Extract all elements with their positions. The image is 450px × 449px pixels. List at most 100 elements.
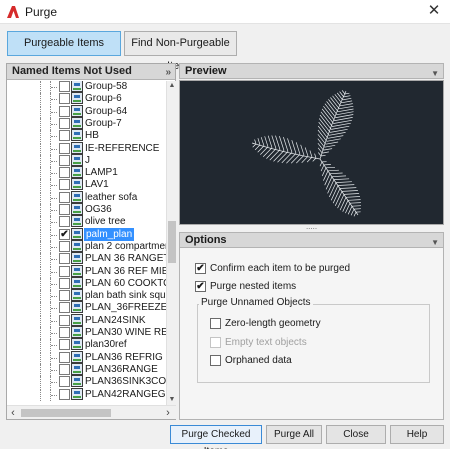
tree-item-checkbox[interactable] [59, 204, 70, 215]
named-items-tree[interactable]: Group-58 Group-6 Group-64 Group-7 HB IE-REFER… [7, 81, 166, 405]
tree-item-checkbox[interactable] [59, 388, 70, 400]
tree-item[interactable]: Group-6 [7, 92, 166, 106]
tree-item[interactable]: Group-58 [7, 81, 166, 93]
tree-item-checkbox[interactable] [59, 105, 70, 117]
tree-item-checkbox[interactable] [59, 191, 70, 203]
vertical-scroll-thumb[interactable] [168, 221, 176, 263]
tree-item-checkbox[interactable] [59, 240, 70, 252]
orphaned-data-label: Orphaned data [225, 355, 292, 366]
tree-guide-line [40, 240, 41, 253]
tree-item[interactable]: PLAN36RANGE [7, 362, 166, 376]
tree-item-checkbox[interactable] [59, 327, 70, 338]
tree-item-checkbox[interactable] [59, 93, 70, 105]
purge-checked-items-button[interactable]: Purge Checked Items [170, 425, 262, 449]
block-icon [71, 239, 83, 252]
tree-item[interactable]: PLAN24SINK [7, 313, 166, 327]
tree-item-checkbox[interactable] [59, 216, 70, 228]
block-icon [71, 81, 83, 92]
purge-nested-box[interactable]: ✔ [195, 281, 206, 292]
tree-item-checkbox[interactable] [59, 130, 70, 142]
tree-item-checkbox[interactable] [59, 351, 70, 363]
horizontal-scroll-thumb[interactable] [21, 409, 111, 417]
scroll-down-arrow-icon[interactable]: ▼ [167, 395, 177, 405]
tree-item-checkbox[interactable] [59, 117, 70, 129]
close-button[interactable]: Close [326, 425, 386, 444]
tree-item[interactable]: olive tree [7, 215, 166, 229]
tree-item[interactable]: PLAN 36 RANGETOP [7, 252, 166, 266]
tree-item[interactable]: Group-64 [7, 104, 166, 118]
tree-item-checkbox[interactable] [59, 339, 70, 351]
tab-find-non-purgeable-items[interactable]: Find Non-Purgeable Items [124, 31, 237, 72]
tree-item[interactable]: J [7, 153, 166, 167]
tree-item[interactable]: OG36 [7, 203, 166, 216]
close-window-icon[interactable]: ✕ [426, 3, 442, 19]
tree-guide-line [40, 216, 41, 229]
tree-item-checkbox[interactable] [59, 167, 70, 179]
tree-horizontal-scrollbar[interactable]: ‹ › [7, 405, 176, 419]
tree-guide-line [40, 130, 41, 143]
preview-menu-icon[interactable]: ▼ [431, 67, 439, 81]
help-button[interactable]: Help [390, 425, 444, 444]
block-icon [71, 350, 83, 363]
tree-item[interactable]: HB [7, 129, 166, 143]
tree-item-label: plan30ref [85, 339, 127, 351]
orphaned-data-box[interactable] [210, 355, 221, 366]
tree-item[interactable]: Group-7 [7, 116, 166, 130]
tree-item[interactable]: plan 2 compartment fra [7, 239, 166, 253]
panel-splitter-grip[interactable]: ..... [179, 223, 444, 231]
tree-item-checkbox[interactable] [59, 81, 70, 92]
zero-length-box[interactable] [210, 318, 221, 329]
tree-item[interactable]: plan bath sink square [7, 289, 166, 303]
purge-all-button[interactable]: Purge All [266, 425, 322, 444]
scroll-up-arrow-icon[interactable]: ▲ [167, 81, 177, 91]
tree-item-checkbox[interactable] [59, 154, 70, 166]
tree-item-checkbox[interactable] [59, 277, 70, 289]
collapse-icon[interactable]: » [165, 65, 171, 80]
tree-item-checkbox[interactable] [59, 265, 70, 277]
tree-item-label: HB [85, 130, 99, 142]
tree-item-checkbox[interactable]: ✔ [59, 228, 70, 240]
tree-connector [51, 246, 57, 248]
tree-item-checkbox[interactable] [59, 290, 70, 302]
tree-guide-line [40, 142, 41, 155]
named-items-title: Named Items Not Used [12, 65, 132, 77]
confirm-each-box[interactable]: ✔ [195, 263, 206, 274]
tree-connector [51, 136, 57, 138]
tree-item-checkbox[interactable] [59, 376, 70, 388]
tree-connector [51, 333, 57, 334]
empty-text-label: Empty text objects [225, 337, 307, 348]
tree-connector [51, 185, 57, 187]
tree-item[interactable]: leather sofa [7, 190, 166, 204]
tree-item-label: LAV1 [85, 179, 109, 191]
tree-item[interactable]: plan30ref [7, 338, 166, 352]
tree-item[interactable]: LAMP1 [7, 166, 166, 180]
tree-item-checkbox[interactable] [59, 302, 70, 314]
tree-item[interactable]: PLAN42RANGEGRILL [7, 387, 166, 401]
tree-item[interactable]: LAV1 [7, 178, 166, 192]
tree-item[interactable]: ✔ palm_plan [7, 227, 166, 241]
tab-purgeable-items[interactable]: Purgeable Items [7, 31, 121, 56]
tree-item[interactable]: PLAN36 REFRIG SUB [7, 350, 166, 364]
tree-guide-line [40, 376, 41, 389]
tree-item[interactable]: PLAN 36 REF MIELE [7, 264, 166, 278]
tree-item[interactable]: IE-REFERENCE [7, 141, 166, 155]
tree-item-checkbox[interactable] [59, 179, 70, 191]
tree-connector [51, 271, 57, 273]
scroll-right-arrow-icon[interactable]: › [162, 406, 174, 420]
confirm-each-label: Confirm each item to be purged [210, 263, 351, 274]
block-icon [71, 227, 83, 240]
tree-item[interactable]: PLAN36SINK3COMPA [7, 375, 166, 389]
tree-item[interactable]: PLAN_36FREEZER [7, 301, 166, 315]
block-icon [71, 276, 83, 289]
tree-vertical-scrollbar[interactable]: ▲ ▼ [166, 81, 176, 405]
preview-canvas [179, 80, 444, 225]
tree-item[interactable]: PLAN30 WINE REF [7, 326, 166, 339]
tree-item-checkbox[interactable] [59, 142, 70, 154]
scroll-left-arrow-icon[interactable]: ‹ [7, 406, 19, 420]
tree-item-checkbox[interactable] [59, 253, 70, 265]
tree-item-checkbox[interactable] [59, 314, 70, 326]
tree-item-checkbox[interactable] [59, 363, 70, 375]
tree-item[interactable]: PLAN 60 COOKTOP W [7, 276, 166, 290]
block-icon [71, 141, 83, 154]
tree-item-label: Group-6 [85, 93, 122, 105]
